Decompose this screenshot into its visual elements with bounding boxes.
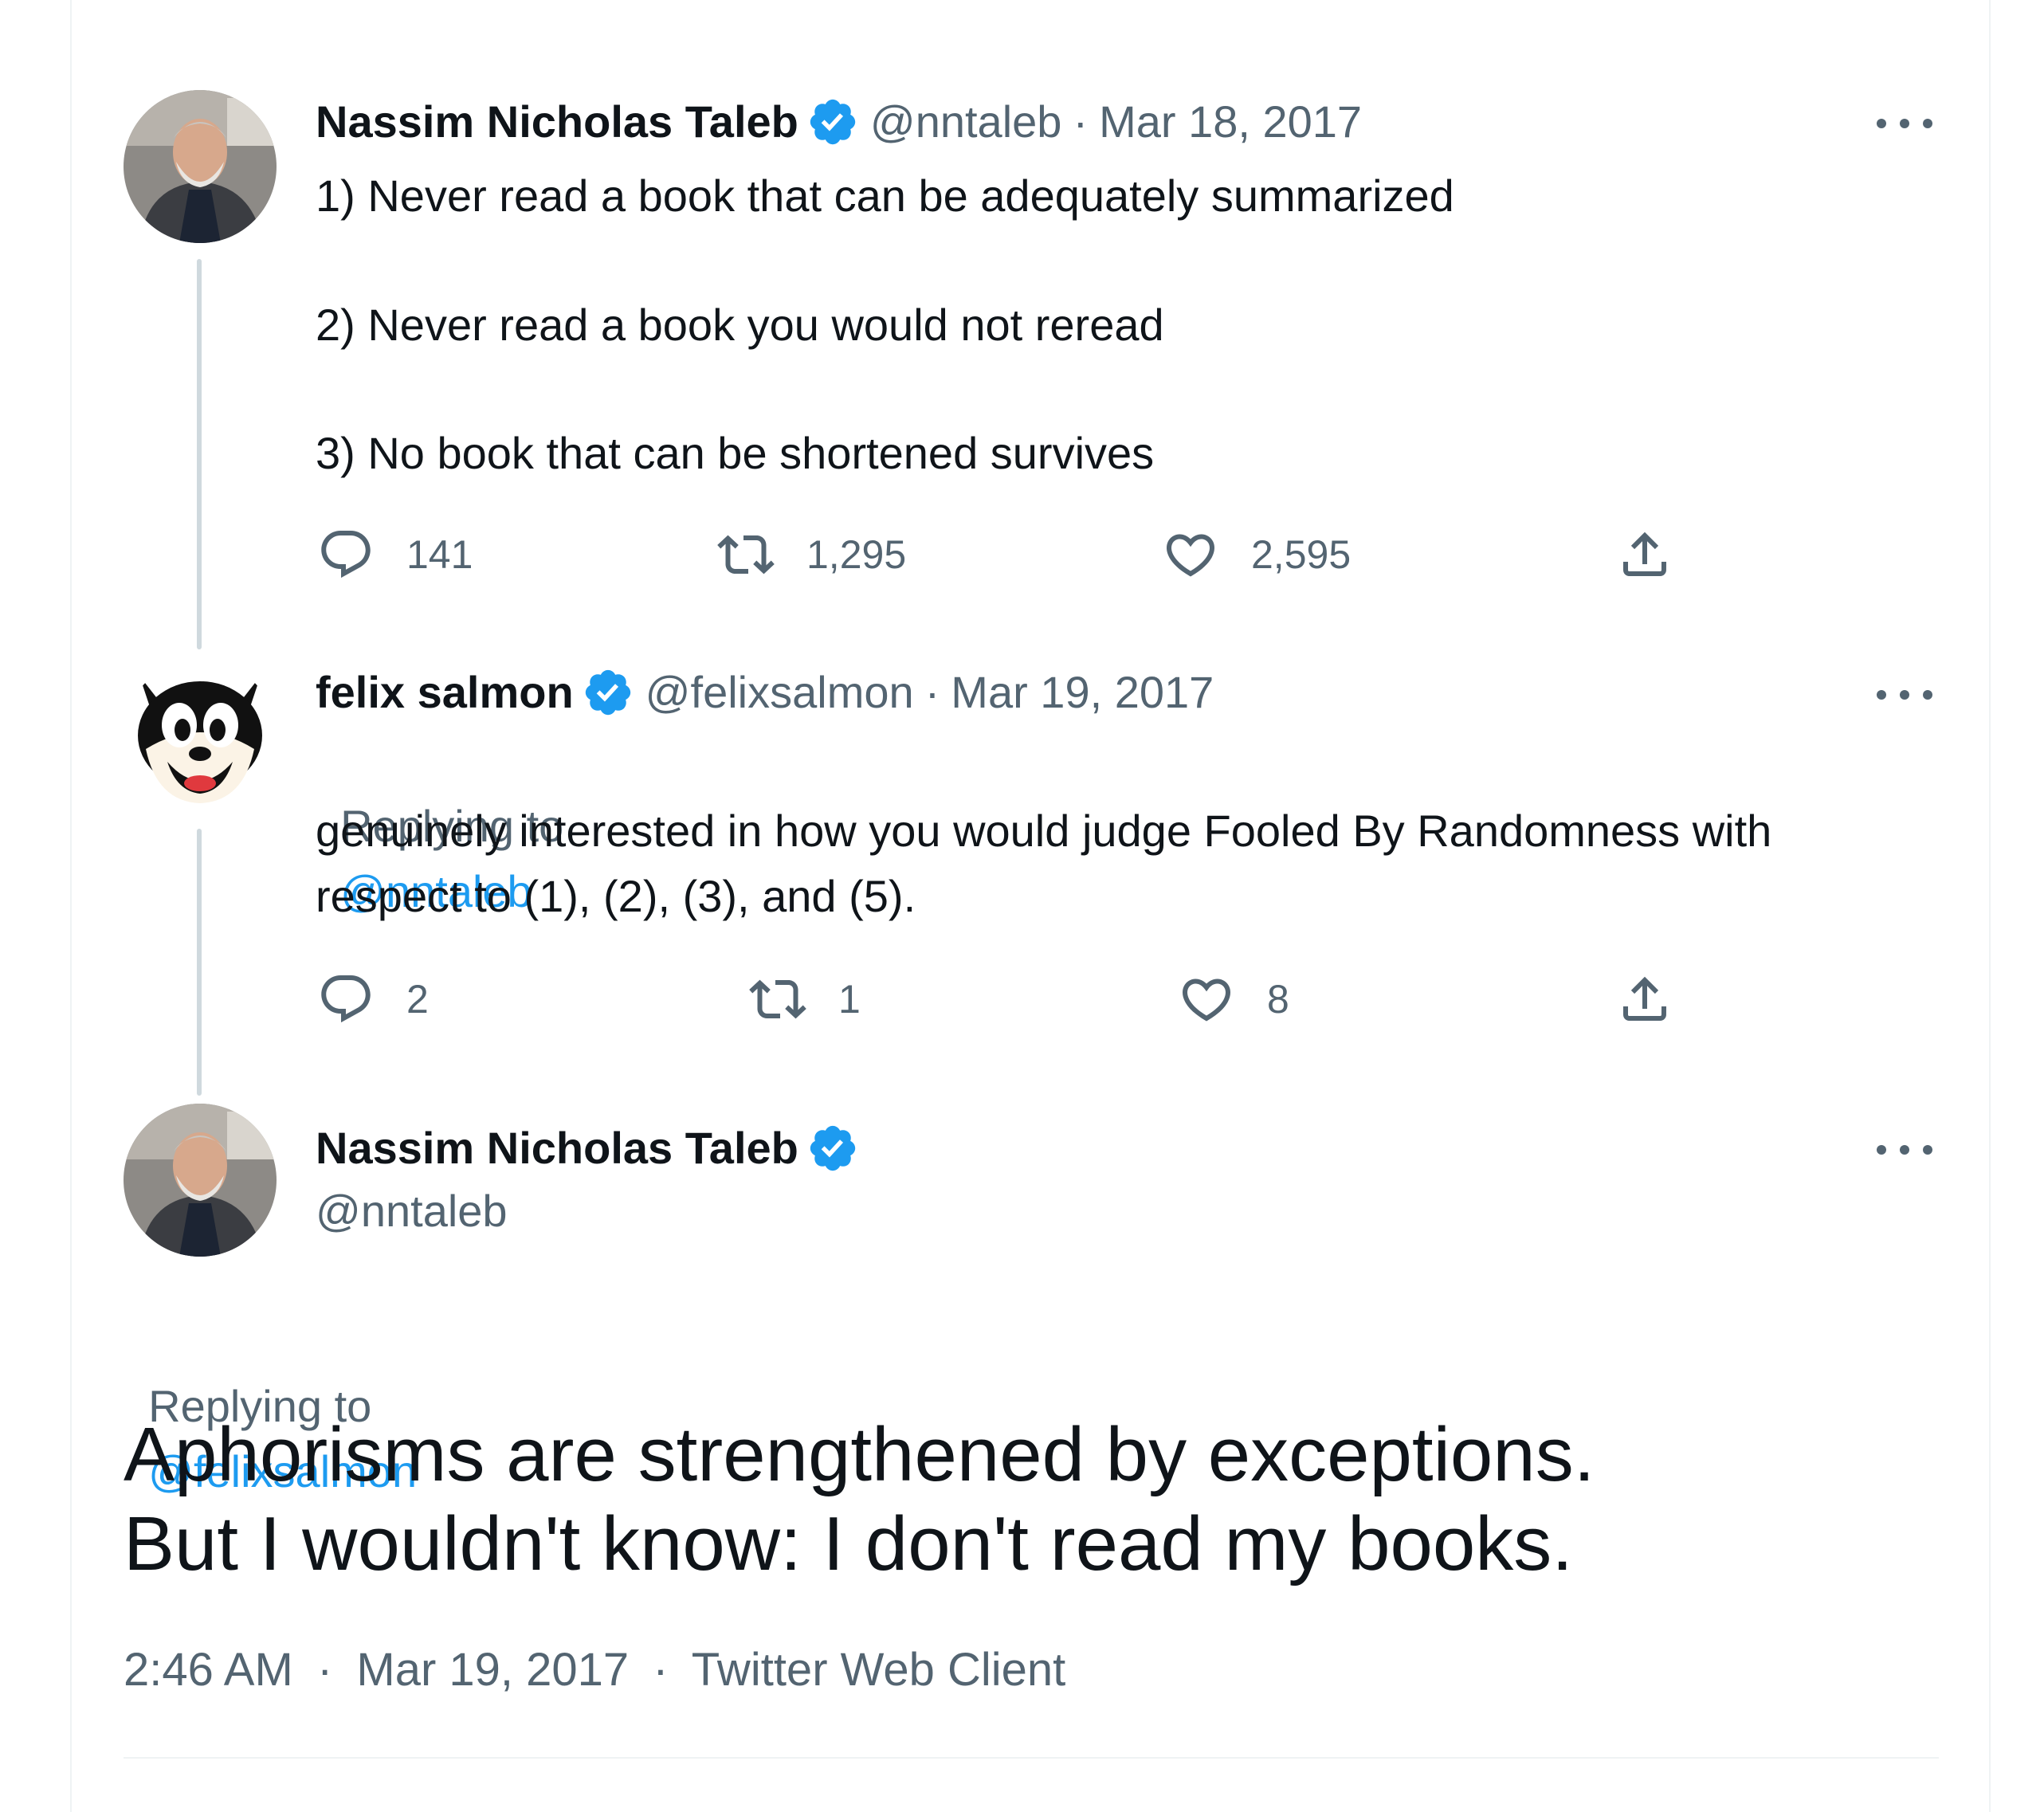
tweet-text-line: respect to (1), (2), (3), and (5). [316,871,916,921]
retweet-count: 1,295 [806,532,907,577]
like-count: 2,595 [1251,532,1352,577]
tweet-date[interactable]: Mar 19, 2017 [356,1644,629,1696]
display-name[interactable]: Nassim Nicholas Taleb [316,1123,798,1174]
timestamp[interactable]: Mar 18, 2017 [1099,96,1362,147]
main-tweet-text-line: But I wouldn't know: I don't read my boo… [124,1501,1573,1586]
tweet-text-line: 2) Never read a book you would not rerea… [316,300,1164,350]
reply-count: 141 [406,532,473,577]
timestamp[interactable]: Mar 19, 2017 [951,667,1214,718]
main-tweet-handle-row: @nntaleb [316,1186,508,1237]
heart-icon [1182,979,1231,1022]
retweet-icon [717,535,775,575]
heart-icon [1166,534,1215,577]
avatar-nntaleb[interactable] [124,90,277,243]
separator: · [924,667,940,717]
reply-button[interactable]: 141 [317,526,473,583]
share-button[interactable] [1616,526,1705,583]
avatar-nntaleb[interactable] [124,1104,277,1257]
reply-button[interactable]: 2 [317,971,429,1028]
handle[interactable]: @nntaleb [870,96,1062,147]
display-name[interactable]: felix salmon [316,667,574,718]
retweet-icon [749,979,806,1019]
reply-icon [321,975,371,1023]
handle[interactable]: @felixsalmon [645,667,914,718]
like-count: 8 [1267,977,1289,1022]
share-icon [1623,976,1666,1021]
separator: · [316,1644,333,1696]
more-icon[interactable] [1877,116,1932,131]
like-button[interactable]: 2,595 [1162,526,1351,583]
tweet-header: Nassim Nicholas Taleb @nntaleb · Mar 18,… [316,96,1362,148]
more-icon[interactable] [1877,1142,1932,1158]
retweet-button[interactable]: 1 [749,971,861,1028]
verified-badge-icon [810,1125,856,1171]
like-button[interactable]: 8 [1178,971,1289,1028]
separator: · [653,1644,669,1696]
tweet-client[interactable]: Twitter Web Client [692,1644,1066,1696]
retweet-count: 1 [838,977,861,1022]
reply-icon [321,531,371,579]
divider [124,1757,1939,1759]
more-icon[interactable] [1877,687,1932,703]
verified-badge-icon [810,99,856,145]
reply-count: 2 [406,977,429,1022]
tweet-time[interactable]: 2:46 AM [124,1644,293,1696]
thread-line [197,829,202,1096]
verified-badge-icon [585,669,630,716]
share-button[interactable] [1616,971,1705,1028]
handle[interactable]: @nntaleb [316,1186,508,1237]
tweet-text-line: genuinely interested in how you would ju… [316,806,1772,856]
display-name[interactable]: Nassim Nicholas Taleb [316,96,798,147]
tweet-header: felix salmon @felixsalmon · Mar 19, 2017 [316,666,1214,719]
tweet-text-line: 3) No book that can be shortened survive… [316,428,1155,478]
thread-line [197,259,202,649]
main-tweet-header: Nassim Nicholas Taleb [316,1122,870,1175]
main-tweet-text-line: Aphorisms are strengthened by exceptions… [124,1412,1595,1497]
share-icon [1623,531,1666,576]
tweet-text-line: 1) Never read a book that can be adequat… [316,171,1454,221]
tweet-metadata: 2:46 AM · Mar 19, 2017 · Twitter Web Cli… [124,1643,1065,1696]
separator: · [1073,96,1089,147]
avatar-felixsalmon[interactable] [124,660,277,813]
retweet-button[interactable]: 1,295 [717,526,906,583]
